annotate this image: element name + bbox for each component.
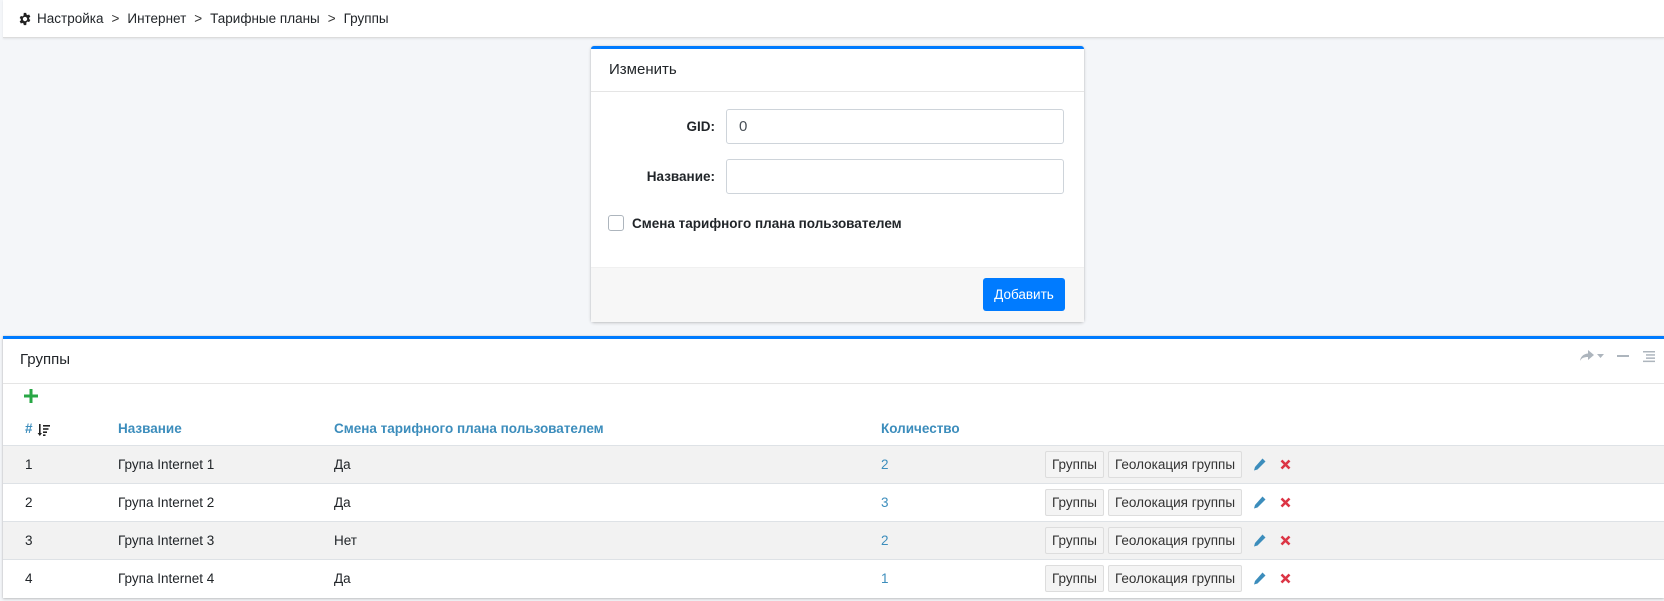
breadcrumb-separator: > bbox=[194, 11, 203, 26]
column-header-count[interactable]: Количество bbox=[859, 413, 1036, 446]
breadcrumb-separator: > bbox=[111, 11, 120, 26]
pencil-icon[interactable] bbox=[1250, 572, 1268, 585]
cell-name: Група Internet 1 bbox=[96, 444, 312, 483]
delete-icon[interactable] bbox=[1276, 459, 1294, 470]
delete-icon[interactable] bbox=[1276, 497, 1294, 508]
count-link[interactable]: 2 bbox=[881, 533, 889, 548]
edit-card: Изменить GID: 0 Название: Смена тарифног… bbox=[591, 46, 1084, 322]
cell-id: 3 bbox=[3, 520, 96, 559]
groups-button[interactable]: Группы bbox=[1045, 526, 1104, 554]
cell-id: 1 bbox=[3, 444, 96, 483]
collapse-icon[interactable] bbox=[1616, 349, 1630, 363]
breadcrumb-item-groups: Группы bbox=[343, 11, 389, 26]
count-link[interactable]: 1 bbox=[881, 571, 889, 586]
table-row: 2 Група Internet 2 Да 3 Группы Геолокаци… bbox=[3, 482, 1664, 521]
share-dropdown-icon[interactable] bbox=[1579, 349, 1604, 363]
count-link[interactable]: 2 bbox=[881, 457, 889, 472]
tariff-change-row: Смена тарифного плана пользователем bbox=[608, 215, 902, 231]
geolocation-button[interactable]: Геолокация группы bbox=[1107, 450, 1243, 478]
groups-card-header: Группы bbox=[3, 339, 1664, 384]
list-menu-icon[interactable] bbox=[1642, 349, 1656, 363]
column-header-actions bbox=[1036, 413, 1664, 446]
count-link[interactable]: 3 bbox=[881, 495, 889, 510]
cell-name: Група Internet 3 bbox=[96, 520, 312, 559]
add-button[interactable]: Добавить bbox=[983, 278, 1065, 311]
groups-card-title: Группы bbox=[20, 351, 70, 368]
cell-tariff-change: Да bbox=[312, 558, 859, 597]
add-group-icon[interactable] bbox=[24, 389, 38, 406]
pencil-icon[interactable] bbox=[1250, 496, 1268, 509]
geolocation-button[interactable]: Геолокация группы bbox=[1107, 526, 1243, 554]
pencil-icon[interactable] bbox=[1250, 534, 1268, 547]
table-header-row: # Название Смена тарифного плана пользов… bbox=[3, 413, 1664, 446]
breadcrumb-separator: > bbox=[327, 11, 336, 26]
edit-card-footer: Добавить bbox=[591, 267, 1084, 322]
card-tools bbox=[1579, 349, 1656, 363]
geolocation-button[interactable]: Геолокация группы bbox=[1107, 564, 1243, 592]
delete-icon[interactable] bbox=[1276, 535, 1294, 546]
name-input[interactable] bbox=[726, 159, 1064, 194]
cell-tariff-change: Да bbox=[312, 444, 859, 483]
cell-id: 2 bbox=[3, 482, 96, 521]
column-header-name[interactable]: Название bbox=[96, 413, 312, 446]
column-header-tariff-change[interactable]: Смена тарифного плана пользователем bbox=[312, 413, 859, 446]
breadcrumb-item-settings[interactable]: Настройка bbox=[37, 11, 103, 26]
breadcrumb-item-internet[interactable]: Интернет bbox=[127, 11, 186, 26]
cell-name: Група Internet 4 bbox=[96, 558, 312, 597]
name-row: Название: bbox=[591, 159, 1084, 194]
cell-name: Група Internet 2 bbox=[96, 482, 312, 521]
name-label: Название: bbox=[646, 169, 715, 184]
groups-button[interactable]: Группы bbox=[1045, 564, 1104, 592]
delete-icon[interactable] bbox=[1276, 573, 1294, 584]
pencil-icon[interactable] bbox=[1250, 458, 1268, 471]
table-row: 4 Група Internet 4 Да 1 Группы Геолокаци… bbox=[3, 558, 1664, 597]
breadcrumb: Настройка > Интернет > Тарифные планы > … bbox=[3, 0, 1664, 38]
tariff-change-checkbox[interactable] bbox=[608, 215, 624, 231]
groups-table: # Название Смена тарифного плана пользов… bbox=[3, 413, 1664, 597]
gear-icon bbox=[19, 12, 31, 25]
groups-button[interactable]: Группы bbox=[1045, 488, 1104, 516]
sort-desc-icon[interactable] bbox=[37, 423, 50, 436]
gid-label: GID: bbox=[686, 119, 716, 134]
cell-tariff-change: Да bbox=[312, 482, 859, 521]
cell-tariff-change: Нет bbox=[312, 520, 859, 559]
table-row: 1 Група Internet 1 Да 2 Группы Геолокаци… bbox=[3, 444, 1664, 483]
edit-card-title: Изменить bbox=[591, 49, 1084, 92]
geolocation-button[interactable]: Геолокация группы bbox=[1107, 488, 1243, 516]
table-row: 3 Група Internet 3 Нет 2 Группы Геолокац… bbox=[3, 520, 1664, 559]
tariff-change-label[interactable]: Смена тарифного плана пользователем bbox=[632, 216, 902, 231]
gid-input[interactable]: 0 bbox=[726, 109, 1064, 144]
groups-card: Группы # Название Смена тарифного плана … bbox=[3, 336, 1664, 598]
gid-row: GID: 0 bbox=[591, 109, 1084, 144]
groups-button[interactable]: Группы bbox=[1045, 450, 1104, 478]
breadcrumb-item-tariffs[interactable]: Тарифные планы bbox=[210, 11, 320, 26]
cell-id: 4 bbox=[3, 558, 96, 597]
column-header-id[interactable]: # bbox=[3, 413, 96, 446]
